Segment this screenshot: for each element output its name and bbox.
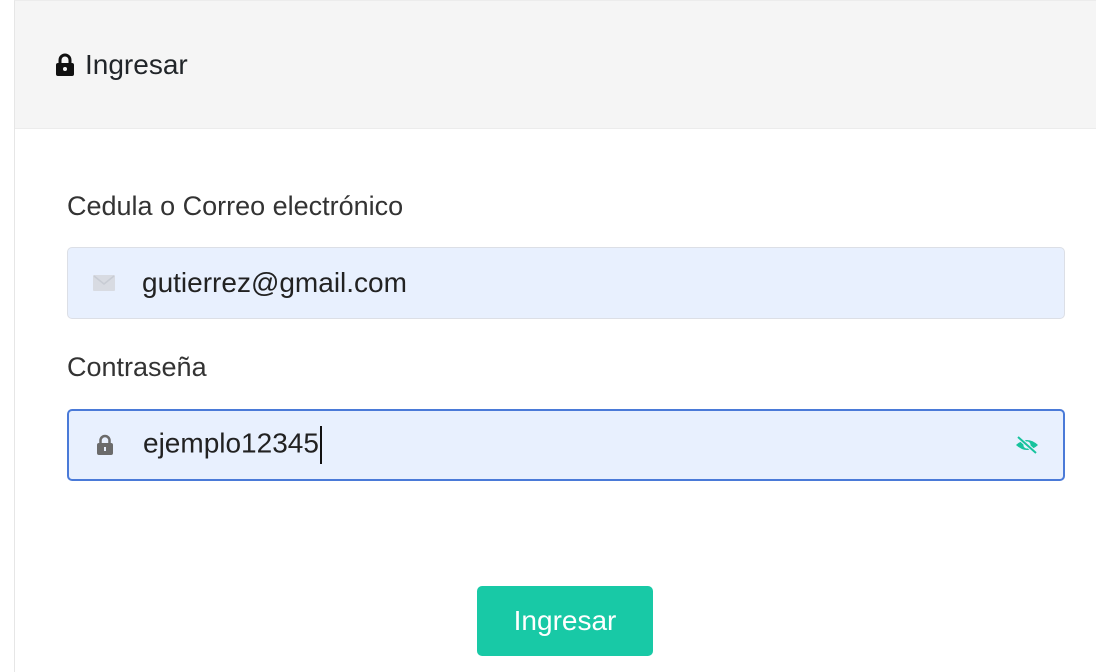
lock-icon: [93, 433, 117, 457]
password-field[interactable]: ejemplo12345: [67, 409, 1065, 481]
login-card: Ingresar Cedula o Correo electrónico gut…: [14, 0, 1096, 672]
lock-icon: [55, 52, 77, 78]
eye-slash-icon[interactable]: [1013, 433, 1041, 457]
text-caret: [319, 426, 322, 464]
envelope-icon: [92, 271, 116, 295]
user-field-value[interactable]: gutierrez@gmail.com: [142, 267, 1064, 299]
page: Ingresar Cedula o Correo electrónico gut…: [0, 0, 1096, 672]
card-title: Ingresar: [85, 48, 188, 80]
card-header: Ingresar: [15, 1, 1096, 129]
user-field[interactable]: gutierrez@gmail.com: [67, 247, 1065, 319]
password-field-value[interactable]: ejemplo12345: [143, 427, 319, 458]
submit-button[interactable]: Ingresar: [477, 586, 653, 656]
password-field-value-wrapper[interactable]: ejemplo12345: [143, 426, 1013, 464]
user-field-label: Cedula o Correo electrónico: [67, 191, 404, 221]
password-field-label: Contraseña: [67, 352, 207, 382]
